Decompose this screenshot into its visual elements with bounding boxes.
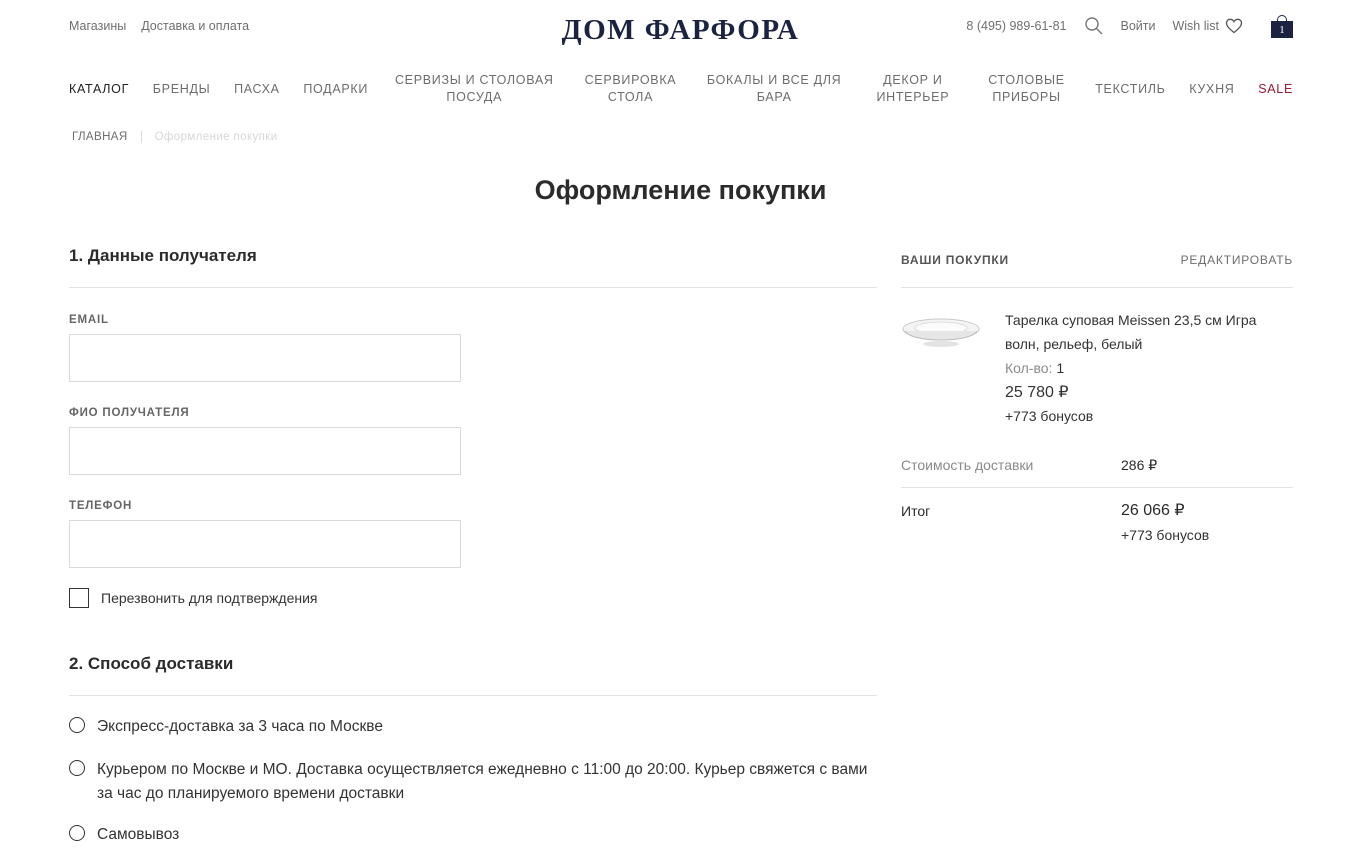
cart-item: Тарелка суповая Meissen 23,5 см Игра вол…: [1005, 308, 1293, 427]
nav-table-setting[interactable]: СЕРВИРОВКА СТОЛА: [580, 72, 680, 106]
search-icon[interactable]: [1084, 16, 1104, 36]
divider: [901, 487, 1293, 488]
page-title: Оформление покупки: [534, 175, 827, 205]
login-link[interactable]: Войти: [1120, 19, 1155, 33]
cart-count-badge: 1: [1271, 21, 1293, 38]
divider: [69, 287, 877, 288]
delivery-option-label: Курьером по Москве и МО. Доставка осущес…: [97, 761, 868, 802]
quantity-label: Кол-во:: [1005, 360, 1053, 376]
nav-glasses-bar[interactable]: БОКАЛЫ И ВСЕ ДЛЯ БАРА: [704, 72, 844, 106]
breadcrumb-current: Оформление покупки: [154, 131, 278, 143]
nav-textile[interactable]: ТЕКСТИЛЬ: [1095, 81, 1165, 98]
phone-label: ТЕЛЕФОН: [69, 500, 133, 512]
shopping-bag-icon[interactable]: 1: [1271, 14, 1293, 38]
delivery-option-label: Самовывоз: [97, 826, 180, 843]
edit-cart-link[interactable]: РЕДАКТИРОВАТЬ: [1181, 253, 1293, 267]
wishlist-link[interactable]: Wish list: [1172, 19, 1219, 33]
fullname-field[interactable]: [69, 427, 461, 475]
product-quantity: Кол-во: 1: [1005, 356, 1293, 380]
radio-button[interactable]: [69, 825, 85, 841]
nav-easter[interactable]: ПАСХА: [234, 81, 280, 98]
delivery-cost-label: Стоимость доставки: [901, 457, 1034, 473]
nav-sale[interactable]: SALE: [1258, 81, 1293, 98]
radio-button[interactable]: [69, 717, 85, 733]
fullname-label: ФИО ПОЛУЧАТЕЛЯ: [69, 407, 190, 419]
delivery-option-label: Экспресс-доставка за 3 часа по Москве: [97, 718, 383, 735]
divider: [901, 287, 1293, 288]
breadcrumb-home[interactable]: ГЛАВНАЯ: [72, 131, 128, 143]
cart-header: ВАШИ ПОКУПКИ РЕДАКТИРОВАТЬ: [901, 253, 1293, 267]
recipient-section-title: 1. Данные получателя: [69, 246, 257, 265]
callback-option[interactable]: Перезвонить для подтверждения: [69, 588, 318, 608]
product-bonus: +773 бонусов: [1005, 408, 1094, 424]
heart-icon[interactable]: [1225, 17, 1243, 35]
delivery-option-pickup[interactable]: Самовывоз: [69, 823, 877, 847]
nav-decor[interactable]: ДЕКОР И ИНТЕРЬЕР: [868, 72, 958, 106]
main-nav: КАТАЛОГ БРЕНДЫ ПАСХА ПОДАРКИ СЕРВИЗЫ И С…: [69, 71, 1293, 107]
nav-brands[interactable]: БРЕНДЫ: [153, 81, 211, 98]
delivery-cost-value: 286 ₽: [1121, 457, 1158, 473]
breadcrumb: ГЛАВНАЯ Оформление покупки: [72, 131, 278, 143]
nav-gifts[interactable]: ПОДАРКИ: [303, 81, 368, 98]
callback-label: Перезвонить для подтверждения: [101, 590, 318, 606]
nav-tableware[interactable]: СЕРВИЗЫ И СТОЛОВАЯ ПОСУДА: [392, 72, 557, 106]
total-label: Итог: [901, 503, 931, 519]
nav-catalog[interactable]: КАТАЛОГ: [69, 81, 129, 98]
callback-checkbox[interactable]: [69, 588, 89, 608]
phone-field[interactable]: [69, 520, 461, 568]
total-values: 26 066 ₽ +773 бонусов: [1121, 500, 1209, 546]
total-amount: 26 066 ₽: [1121, 502, 1185, 519]
divider: [69, 695, 877, 696]
email-field[interactable]: [69, 334, 461, 382]
radio-button[interactable]: [69, 760, 85, 776]
breadcrumb-separator: [140, 131, 142, 143]
nav-cutlery[interactable]: СТОЛОВЫЕ ПРИБОРЫ: [982, 72, 1072, 106]
nav-kitchen[interactable]: КУХНЯ: [1189, 81, 1234, 98]
email-label: EMAIL: [69, 314, 109, 326]
product-name[interactable]: Тарелка суповая Meissen 23,5 см Игра вол…: [1005, 308, 1293, 356]
delivery-section-title: 2. Способ доставки: [69, 654, 234, 673]
phone-number[interactable]: 8 (495) 989-61-81: [966, 19, 1066, 33]
delivery-option-courier[interactable]: Курьером по Москве и МО. Доставка осущес…: [69, 758, 877, 806]
product-price: 25 780 ₽: [1005, 384, 1069, 401]
total-bonus: +773 бонусов: [1121, 527, 1210, 543]
product-image[interactable]: [901, 313, 981, 353]
delivery-option-express[interactable]: Экспресс-доставка за 3 часа по Москве: [69, 715, 877, 739]
cart-title: ВАШИ ПОКУПКИ: [901, 253, 1009, 267]
header-actions: 8 (495) 989-61-81 Войти Wish list 1: [966, 14, 1293, 38]
quantity-value: 1: [1056, 360, 1065, 376]
